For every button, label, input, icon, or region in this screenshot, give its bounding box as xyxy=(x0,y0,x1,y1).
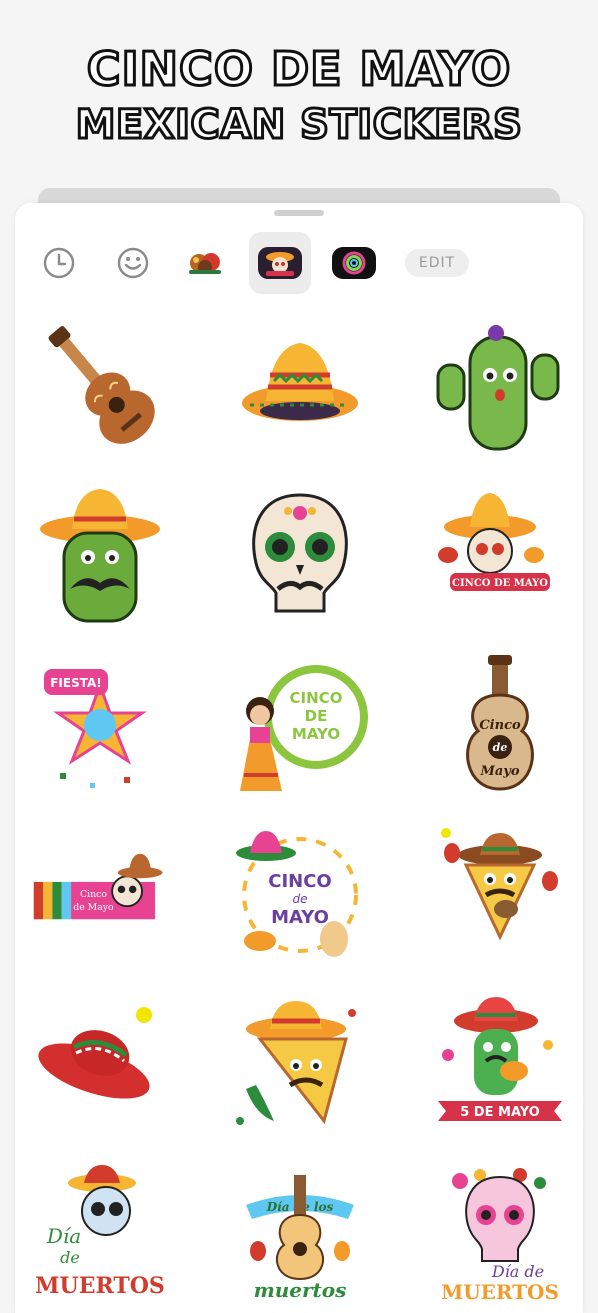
badge-line-1: CINCO xyxy=(290,689,343,707)
dia3-line-2: MUERTOS xyxy=(441,1280,559,1304)
sticker-serape[interactable]: Cinco de Mayo xyxy=(30,825,170,965)
guitar-line-2: de xyxy=(493,741,508,754)
sugar-skull-sticker-icon xyxy=(252,493,348,613)
guitar-line-3: Mayo xyxy=(479,764,519,779)
nacho-guitar-sticker-icon xyxy=(441,828,558,941)
badge-line-2: DE xyxy=(305,707,328,725)
wreath-line-1: CINCO xyxy=(268,871,331,892)
sticker-wreath[interactable]: CINCO de MAYO xyxy=(230,825,370,965)
skull-banner-sticker-icon: CINCO DE MAYO xyxy=(438,493,550,591)
dia1-line-2: de xyxy=(60,1248,80,1267)
wreath-line-2: de xyxy=(293,892,308,906)
dia2-line-2: muertos xyxy=(254,1278,347,1302)
sticker-nacho-sombrero[interactable] xyxy=(230,995,370,1135)
headline-line-2: MEXICAN STICKERS xyxy=(74,101,523,150)
pinata-sticker-icon: FIESTA! xyxy=(44,669,147,788)
ribbon-text: 5 DE MAYO xyxy=(460,1105,540,1120)
cinco-de-mayo-pack-icon xyxy=(258,247,302,279)
clock-icon xyxy=(43,247,75,279)
sticker-tab-bar xyxy=(0,232,598,296)
smiley-icon xyxy=(117,247,149,279)
floral-skull-sticker-icon: Día de MUERTOS xyxy=(441,1168,559,1304)
sticker-girl-badge[interactable]: CINCO DE MAYO xyxy=(230,655,370,795)
sticker-dia-de-muertos-1[interactable]: Día de MUERTOS xyxy=(30,1165,170,1305)
sticker-5-de-mayo[interactable]: 5 DE MAYO xyxy=(430,995,570,1135)
sticker-pinata[interactable]: FIESTA! xyxy=(30,655,170,795)
sheet-drag-handle[interactable] xyxy=(274,210,324,216)
cinco-de-mayo-cactus-sticker-icon: 5 DE MAYO xyxy=(438,997,562,1121)
dia-de-muertos-skull-sticker-icon: Día de MUERTOS xyxy=(35,1165,165,1299)
sombrero-sticker-icon xyxy=(242,343,358,421)
dia1-line-1: Día xyxy=(46,1224,81,1248)
cinco-guitar-sticker-icon: Cinco de Mayo xyxy=(466,655,534,791)
sticker-dia-de-muertos-2[interactable]: Día de MUERTOS xyxy=(430,1165,570,1305)
edit-button[interactable]: EDIT xyxy=(405,249,469,277)
tab-pack-1[interactable] xyxy=(174,232,236,294)
headline: CINCO DE MAYO MEXICAN STICKERS xyxy=(0,40,598,152)
badge-line-3: MAYO xyxy=(292,725,340,743)
sticker-dia-de-los-muertos[interactable]: Día de los muertos xyxy=(230,1165,370,1305)
sticker-cactus[interactable] xyxy=(430,315,570,455)
guitar-sticker-icon xyxy=(48,326,155,444)
girl-badge-sticker-icon: CINCO DE MAYO xyxy=(240,665,368,791)
dia3-line-1: Día de xyxy=(491,1262,544,1281)
dia1-line-3: MUERTOS xyxy=(35,1273,165,1299)
serape-line-1: Cinco xyxy=(80,889,107,900)
sticker-red-sombrero[interactable] xyxy=(30,995,170,1135)
skull-banner-text: CINCO DE MAYO xyxy=(452,578,548,589)
tab-cinco-de-mayo[interactable] xyxy=(249,232,311,294)
cactus-sticker-icon xyxy=(436,325,560,451)
nacho-sombrero-sticker-icon xyxy=(236,1001,356,1125)
tab-recent[interactable] xyxy=(28,232,90,294)
sticker-skull-banner[interactable]: CINCO DE MAYO xyxy=(430,485,570,625)
serape-sticker-icon: Cinco de Mayo xyxy=(33,853,163,920)
guitar-line-1: Cinco xyxy=(479,718,521,733)
sticker-cactus-sombrero[interactable] xyxy=(30,485,170,625)
pack-thumbnail-icon xyxy=(189,253,221,274)
wreath-line-3: MAYO xyxy=(271,907,329,928)
dia-de-los-muertos-guitar-sticker-icon: Día de los muertos xyxy=(246,1175,354,1302)
sticker-sombrero[interactable] xyxy=(230,315,370,455)
wreath-sticker-icon: CINCO de MAYO xyxy=(236,831,358,957)
serape-line-2: de Mayo xyxy=(73,902,114,913)
red-sombrero-sticker-icon xyxy=(38,1007,152,1099)
tab-emoji[interactable] xyxy=(102,232,164,294)
fiesta-text: FIESTA! xyxy=(50,676,102,690)
sticker-sugar-skull[interactable] xyxy=(230,485,370,625)
ring-pack-icon xyxy=(332,247,376,279)
sticker-guitar[interactable] xyxy=(30,315,170,455)
headline-line-1: CINCO DE MAYO xyxy=(85,41,512,98)
cactus-sombrero-sticker-icon xyxy=(40,489,160,623)
sticker-guitar-cinco[interactable]: Cinco de Mayo xyxy=(430,655,570,795)
sticker-nacho-guitar[interactable] xyxy=(430,825,570,965)
tab-pack-3[interactable] xyxy=(323,232,385,294)
